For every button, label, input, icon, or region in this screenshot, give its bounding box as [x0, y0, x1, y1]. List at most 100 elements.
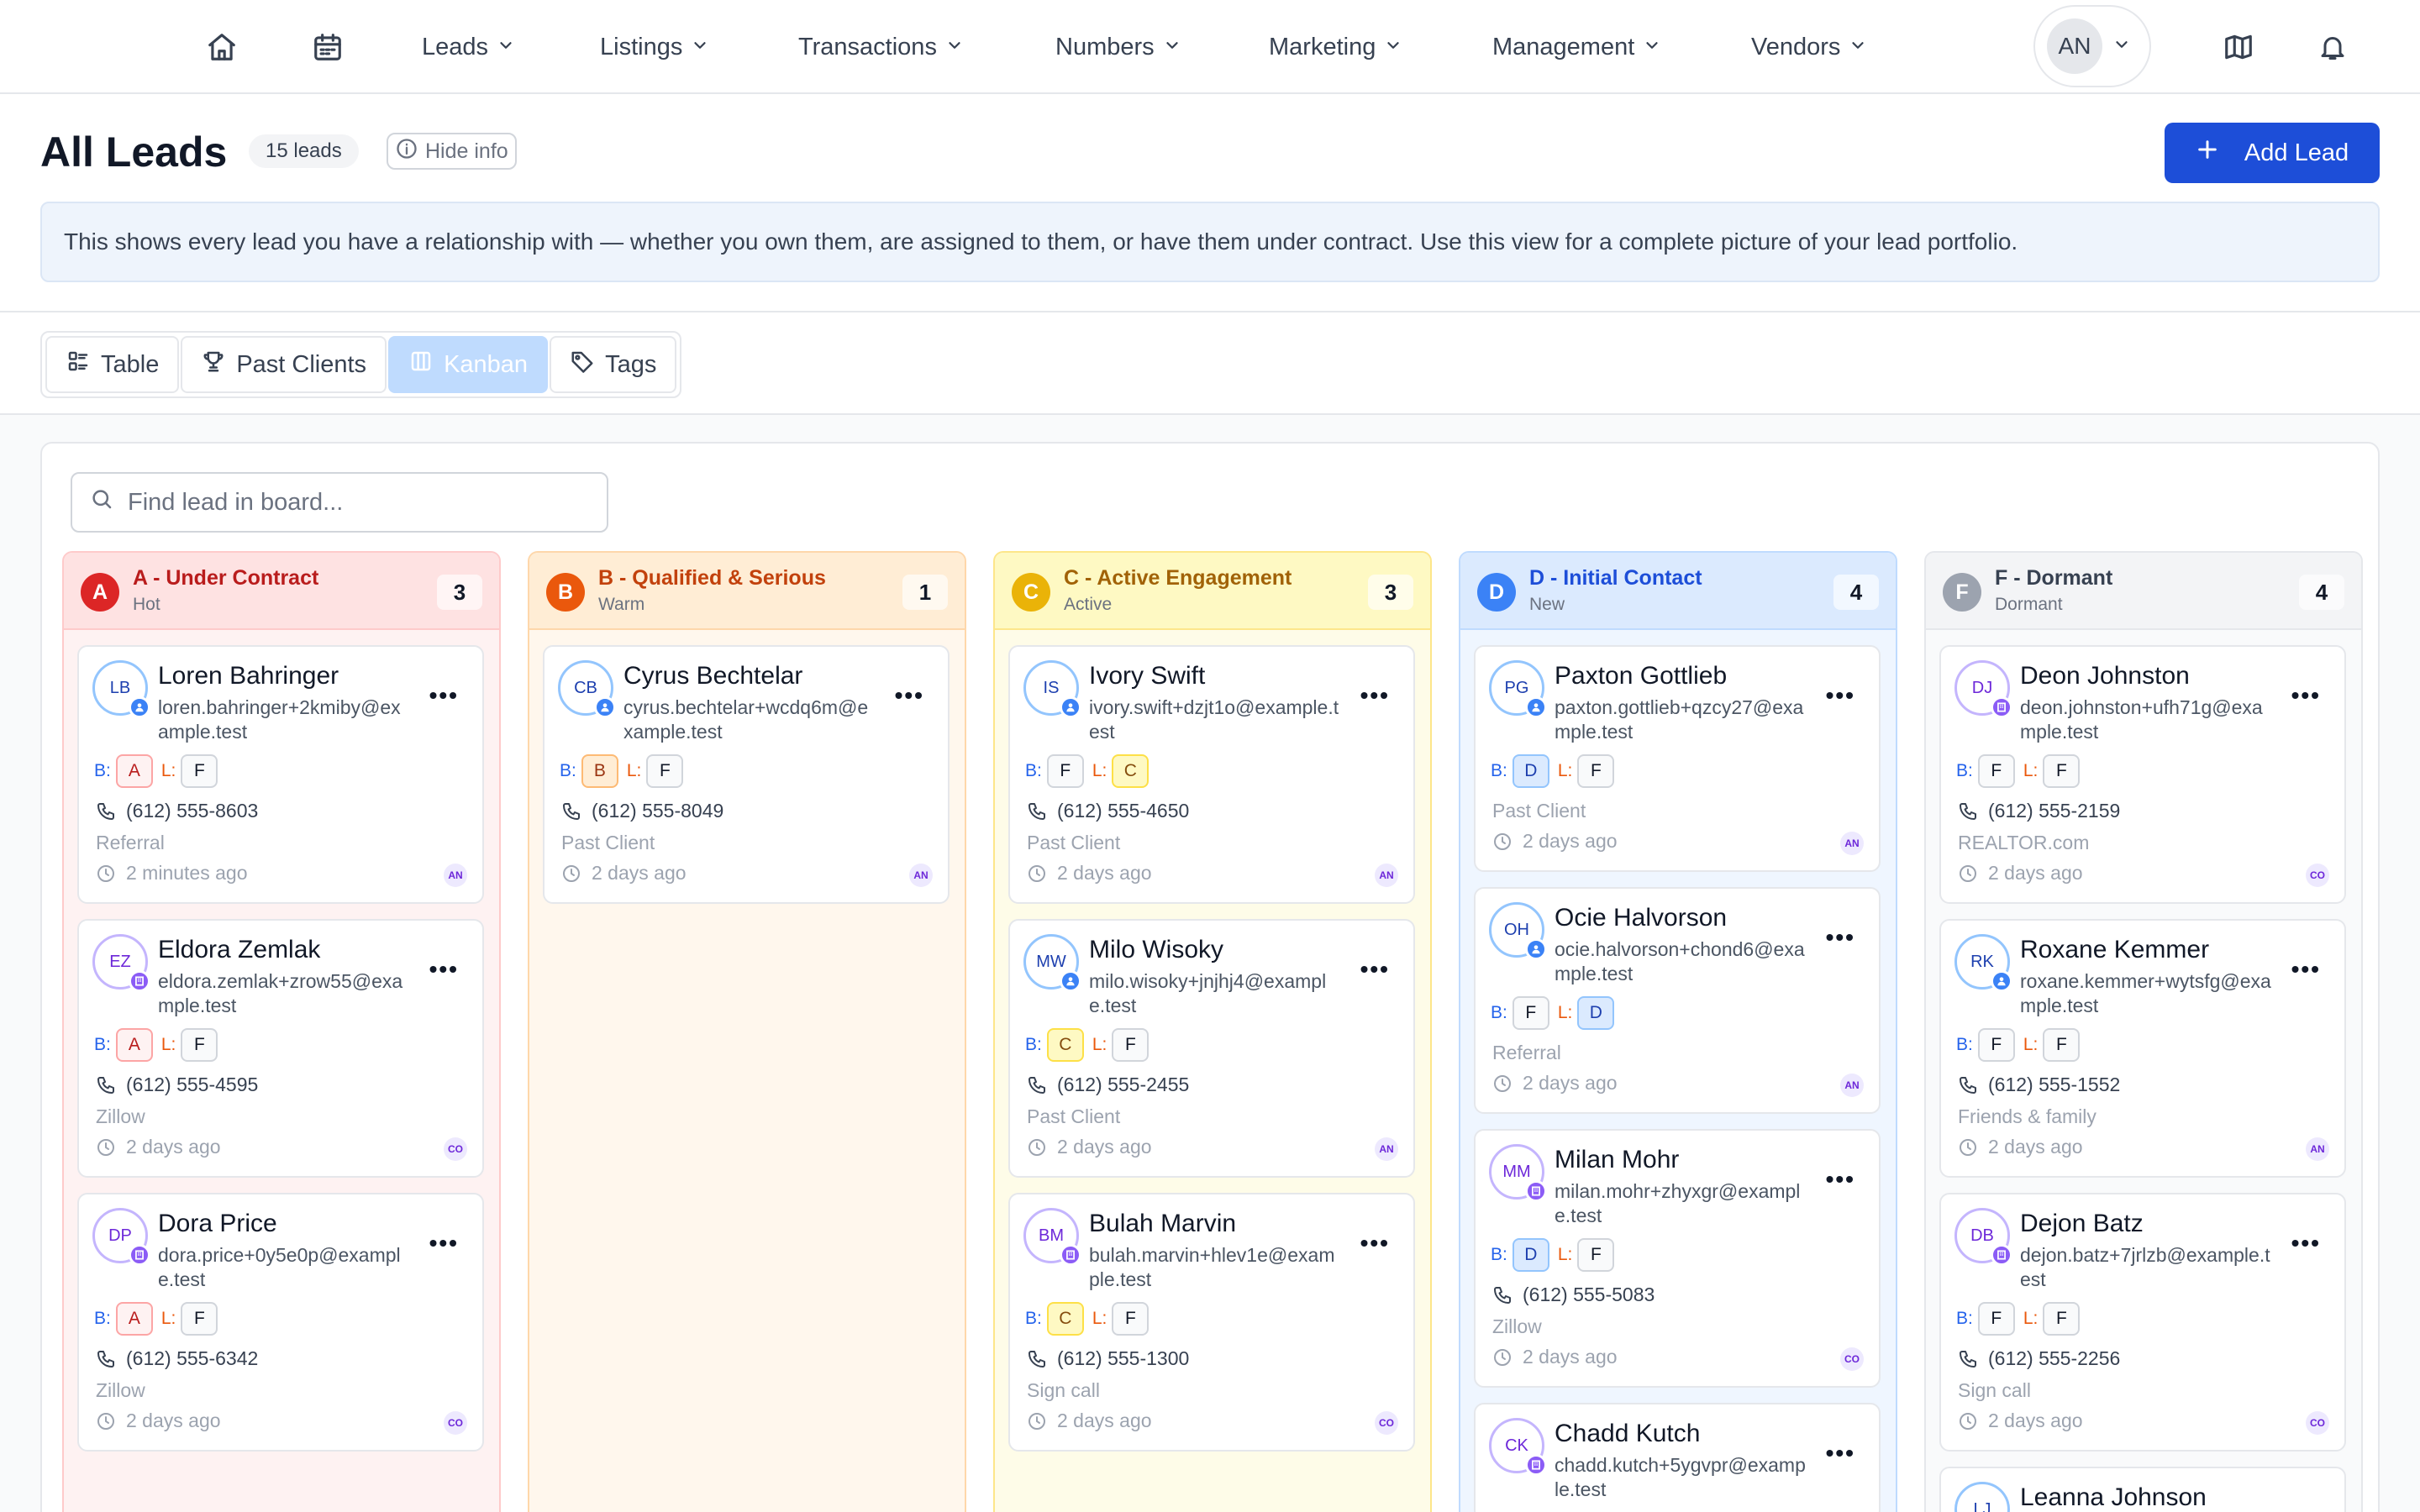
lead-name[interactable]: Bulah Marvin: [1089, 1210, 1236, 1238]
lead-card[interactable]: EZ Eldora Zemlak eldora.zemlak+zrow55@exam…: [77, 919, 484, 1178]
lead-name[interactable]: Roxane Kemmer: [2020, 936, 2209, 964]
lead-name[interactable]: Cyrus Bechtelar: [623, 662, 802, 690]
lead-phone[interactable]: (612) 555-8049: [561, 800, 723, 822]
lead-card[interactable]: BM Bulah Marvin bulah.marvin+hlev1e@exampl…: [1008, 1193, 1415, 1452]
more-options-icon[interactable]: •••: [1826, 682, 1855, 709]
lead-phone[interactable]: (612) 555-4650: [1027, 800, 1189, 822]
lead-name[interactable]: Loren Bahringer: [158, 662, 339, 690]
lead-name[interactable]: Deon Johnston: [2020, 662, 2190, 690]
tab-tags[interactable]: Tags: [550, 336, 677, 393]
search-placeholder: Find lead in board...: [128, 488, 344, 516]
lead-count-badge: 15 leads: [249, 134, 359, 168]
lead-name[interactable]: Eldora Zemlak: [158, 936, 320, 964]
lead-name[interactable]: Dora Price: [158, 1210, 277, 1238]
listing-grade-label: L:: [1092, 1035, 1107, 1054]
kanban-column-b: B B - Qualified & Serious Warm 1 CB Cyrus Bec…: [528, 551, 966, 1512]
nav-menu-numbers[interactable]: Numbers: [1055, 25, 1181, 69]
home-icon[interactable]: [200, 25, 244, 69]
add-lead-label: Add Lead: [2244, 139, 2349, 166]
more-options-icon[interactable]: •••: [1826, 924, 1855, 951]
lead-name[interactable]: Milo Wisoky: [1089, 936, 1223, 964]
bell-icon[interactable]: [2311, 25, 2354, 69]
buyer-grade-label: B:: [1956, 1035, 1973, 1054]
listing-grade-label: L:: [2023, 1309, 2039, 1328]
listing-grade-chip: F: [2043, 754, 2081, 788]
building-icon: [129, 1244, 150, 1266]
hide-info-button[interactable]: Hide info: [387, 133, 517, 170]
buyer-grade-label: B:: [94, 1309, 111, 1328]
lead-phone[interactable]: (612) 555-2256: [1958, 1347, 2120, 1370]
lead-name[interactable]: Leanna Johnson: [2020, 1483, 2207, 1512]
buyer-grade-chip: F: [1977, 754, 2015, 788]
more-options-icon[interactable]: •••: [1360, 682, 1390, 709]
lead-card[interactable]: PG Paxton Gottlieb paxton.gottlieb+qzcy27@…: [1474, 645, 1881, 872]
lead-card[interactable]: DJ Deon Johnston deon.johnston+ufh71g@exam…: [1939, 645, 2346, 904]
tab-kanban[interactable]: Kanban: [388, 336, 549, 393]
building-icon: [1525, 1180, 1547, 1202]
owner-avatar: CO: [2306, 864, 2329, 887]
tag-icon: [570, 349, 595, 381]
owner-avatar: CO: [2306, 1411, 2329, 1435]
calendar-icon[interactable]: [306, 25, 350, 69]
column-grade-badge: A: [81, 573, 119, 612]
more-options-icon[interactable]: •••: [429, 956, 459, 983]
more-options-icon[interactable]: •••: [2291, 1230, 2321, 1257]
avatar: RK: [1954, 934, 2012, 992]
lead-card[interactable]: CK Chadd Kutch chadd.kutch+5ygvpr@example.…: [1474, 1403, 1881, 1512]
tab-past-clients[interactable]: Past Clients: [181, 336, 387, 393]
nav-menu-transactions[interactable]: Transactions: [798, 25, 964, 69]
user-menu-button[interactable]: AN: [2033, 5, 2151, 87]
more-options-icon[interactable]: •••: [1826, 1166, 1855, 1193]
avatar-initials: IS: [1043, 678, 1060, 697]
lead-phone[interactable]: (612) 555-2159: [1958, 800, 2120, 822]
nav-menu-listings[interactable]: Listings: [600, 25, 709, 69]
lead-card[interactable]: LJ Leanna Johnson •••: [1939, 1467, 2346, 1512]
lead-phone[interactable]: (612) 555-6342: [96, 1347, 258, 1370]
buyer-grade-chip: A: [115, 1028, 153, 1062]
more-options-icon[interactable]: •••: [2291, 1504, 2321, 1512]
lead-phone[interactable]: (612) 555-5083: [1492, 1284, 1655, 1306]
more-options-icon[interactable]: •••: [895, 682, 924, 709]
lead-card[interactable]: RK Roxane Kemmer roxane.kemmer+wytsfg@exam…: [1939, 919, 2346, 1178]
lead-name[interactable]: Dejon Batz: [2020, 1210, 2144, 1238]
buyer-grade-chip: A: [115, 754, 153, 788]
buyer-grade-label: B:: [1491, 1003, 1507, 1022]
lead-card[interactable]: LB Loren Bahringer loren.bahringer+2kmiby@…: [77, 645, 484, 904]
lead-phone[interactable]: (612) 555-4595: [96, 1074, 258, 1096]
lead-name[interactable]: Ocie Halvorson: [1555, 904, 1727, 932]
nav-menu-vendors[interactable]: Vendors: [1751, 25, 1867, 69]
lead-phone[interactable]: (612) 555-8603: [96, 800, 258, 822]
add-lead-button[interactable]: Add Lead: [2165, 123, 2380, 183]
more-options-icon[interactable]: •••: [1360, 956, 1390, 983]
lead-card[interactable]: MW Milo Wisoky milo.wisoky+jnjhj4@example.…: [1008, 919, 1415, 1178]
nav-menu-marketing[interactable]: Marketing: [1269, 25, 1402, 69]
lead-name[interactable]: Milan Mohr: [1555, 1146, 1679, 1174]
buyer-grade-label: B:: [1491, 1245, 1507, 1264]
map-icon[interactable]: [2217, 25, 2260, 69]
lead-phone[interactable]: (612) 555-2455: [1027, 1074, 1189, 1096]
lead-name[interactable]: Ivory Swift: [1089, 662, 1205, 690]
kanban-column-a: A A - Under Contract Hot 3 LB Loren Bahringer…: [62, 551, 501, 1512]
lead-phone[interactable]: (612) 555-1552: [1958, 1074, 2120, 1096]
chevron-down-icon: [1643, 34, 1661, 61]
lead-card[interactable]: DP Dora Price dora.price+0y5e0p@example.te…: [77, 1193, 484, 1452]
lead-card[interactable]: CB Cyrus Bechtelar cyrus.bechtelar+wcdq6m@…: [543, 645, 950, 904]
more-options-icon[interactable]: •••: [2291, 956, 2321, 983]
more-options-icon[interactable]: •••: [2291, 682, 2321, 709]
lead-name[interactable]: Paxton Gottlieb: [1555, 662, 1727, 690]
lead-card[interactable]: OH Ocie Halvorson ocie.halvorson+chond6@ex…: [1474, 887, 1881, 1114]
nav-menu-leads[interactable]: Leads: [422, 25, 515, 69]
last-activity: 2 days ago: [1027, 1136, 1152, 1158]
board-search-input[interactable]: Find lead in board...: [71, 472, 608, 533]
lead-name[interactable]: Chadd Kutch: [1555, 1420, 1700, 1448]
more-options-icon[interactable]: •••: [429, 1230, 459, 1257]
more-options-icon[interactable]: •••: [429, 682, 459, 709]
nav-menu-management[interactable]: Management: [1492, 25, 1661, 69]
lead-card[interactable]: IS Ivory Swift ivory.swift+dzjt1o@example.…: [1008, 645, 1415, 904]
more-options-icon[interactable]: •••: [1826, 1440, 1855, 1467]
lead-card[interactable]: MM Milan Mohr milan.mohr+zhyxgr@example.te…: [1474, 1129, 1881, 1388]
lead-card[interactable]: DB Dejon Batz dejon.batz+7jrlzb@example.te…: [1939, 1193, 2346, 1452]
more-options-icon[interactable]: •••: [1360, 1230, 1390, 1257]
lead-phone[interactable]: (612) 555-1300: [1027, 1347, 1189, 1370]
tab-table[interactable]: Table: [45, 336, 180, 393]
